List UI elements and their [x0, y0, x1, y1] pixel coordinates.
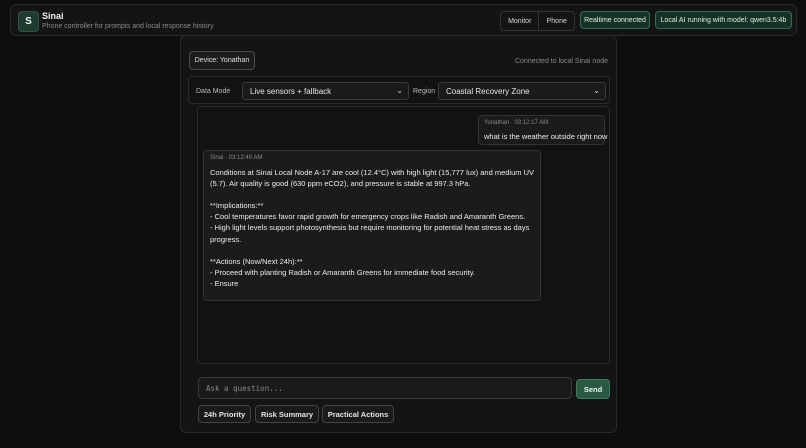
quick-action-risk-summary[interactable]: Risk Summary [255, 405, 319, 423]
data-mode-label: Data Mode [196, 88, 231, 95]
chat-history[interactable]: Yonathan · 03:12:17 AM what is the weath… [197, 106, 610, 364]
message-meta: Sinai · 03:12:49 AM [210, 155, 263, 161]
quick-action-practical-actions[interactable]: Practical Actions [322, 405, 394, 423]
realtime-status-badge: Realtime connected [580, 11, 650, 29]
assistant-message: Sinai · 03:12:49 AM Conditions at Sinai … [203, 150, 541, 301]
app-title: Sinai [42, 11, 64, 21]
app-subtitle: Phone controller for prompts and local r… [42, 23, 214, 30]
filters-bar: Data Mode Live sensors + fallback ⌄ Regi… [188, 76, 610, 104]
data-mode-value: Live sensors + fallback [250, 86, 332, 96]
tab-phone[interactable]: Phone [539, 12, 574, 30]
region-label: Region [413, 88, 436, 95]
question-input[interactable] [198, 377, 572, 399]
connection-status: Connected to local Sinai node [514, 58, 608, 65]
device-button[interactable]: Device: Yonathan [189, 51, 255, 70]
message-text: what is the weather outside right now [484, 132, 608, 141]
view-switcher: Monitor Phone [500, 11, 575, 31]
chevron-down-icon: ⌄ [396, 86, 403, 95]
region-value: Coastal Recovery Zone [446, 86, 530, 96]
app-header: S Sinai Phone controller for prompts and… [10, 4, 797, 36]
send-button[interactable]: Send [576, 379, 610, 399]
app-logo: S [18, 11, 39, 32]
message-meta: Yonathan · 03:12:17 AM [484, 120, 549, 126]
region-select[interactable]: Coastal Recovery Zone ⌄ [438, 82, 606, 100]
phone-panel: Device: Yonathan Connected to local Sina… [180, 35, 617, 433]
tab-monitor[interactable]: Monitor [501, 12, 540, 30]
data-mode-select[interactable]: Live sensors + fallback ⌄ [242, 82, 409, 100]
message-text: Conditions at Sinai Local Node A-17 are … [210, 168, 535, 288]
quick-action-24h-priority[interactable]: 24h Priority [198, 405, 251, 423]
chevron-down-icon: ⌄ [593, 86, 600, 95]
user-message: Yonathan · 03:12:17 AM what is the weath… [478, 115, 608, 145]
model-status-badge: Local AI running with model: qwen3.5:4b [655, 11, 792, 29]
